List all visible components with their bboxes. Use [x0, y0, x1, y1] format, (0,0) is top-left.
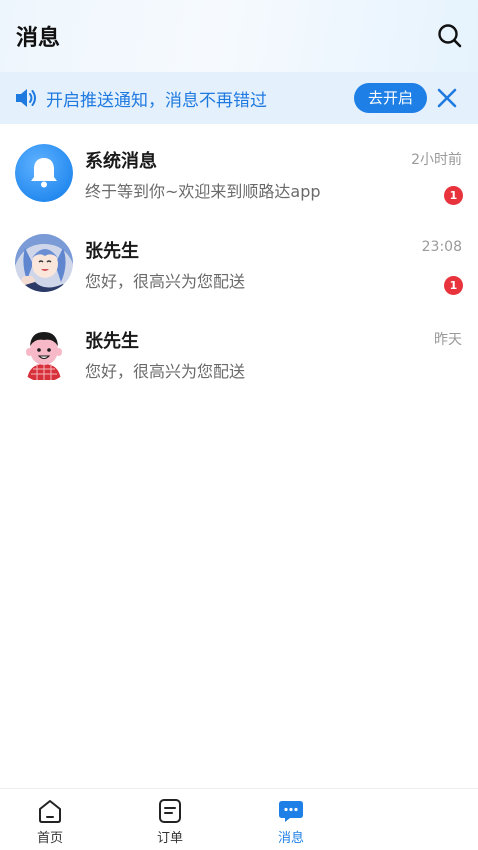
speaker-icon: [14, 87, 38, 109]
tab-label: 首页: [36, 831, 63, 846]
tab-label: 订单: [156, 831, 183, 846]
message-list: 系统消息 终于等到你~欢迎来到顺路达app 2小时前 1 张先生 您好，很高兴为…: [0, 124, 478, 394]
banner-text: 开启推送通知，消息不再错过: [46, 91, 267, 111]
message-sender: 张先生: [85, 331, 139, 352]
home-icon: [37, 798, 63, 824]
push-notification-banner: 开启推送通知，消息不再错过 去开启: [0, 72, 478, 124]
tab-label: 消息: [277, 831, 304, 846]
tab-home[interactable]: 首页: [0, 789, 100, 850]
list-item[interactable]: 系统消息 终于等到你~欢迎来到顺路达app 2小时前 1: [0, 124, 478, 214]
message-preview: 您好，很高兴为您配送: [85, 272, 246, 291]
header: 消息: [0, 0, 478, 72]
message-preview: 终于等到你~欢迎来到顺路达app: [85, 182, 321, 201]
anime-avatar: [15, 234, 73, 292]
order-icon: [157, 798, 183, 824]
close-icon[interactable]: [436, 87, 458, 109]
unread-badge: 1: [444, 276, 463, 295]
message-sender: 系统消息: [85, 151, 157, 172]
unread-badge: 1: [444, 186, 463, 205]
message-time: 2小时前: [411, 152, 462, 168]
message-preview: 您好，很高兴为您配送: [85, 362, 246, 381]
message-time: 23:08: [421, 239, 462, 255]
enable-notifications-button[interactable]: 去开启: [354, 83, 427, 113]
tab-orders[interactable]: 订单: [120, 789, 220, 850]
page-title: 消息: [16, 26, 61, 51]
tab-messages[interactable]: 消息: [241, 789, 341, 850]
message-time: 昨天: [434, 332, 462, 348]
message-icon: [278, 798, 304, 824]
message-sender: 张先生: [85, 241, 139, 262]
bell-icon: [15, 144, 73, 202]
cartoon-avatar: [15, 324, 73, 382]
search-icon[interactable]: [436, 22, 464, 50]
list-item[interactable]: 张先生 您好，很高兴为您配送 昨天: [0, 304, 478, 394]
bottom-tab-bar: 首页 订单 消息: [0, 788, 478, 850]
list-item[interactable]: 张先生 您好，很高兴为您配送 23:08 1: [0, 214, 478, 304]
